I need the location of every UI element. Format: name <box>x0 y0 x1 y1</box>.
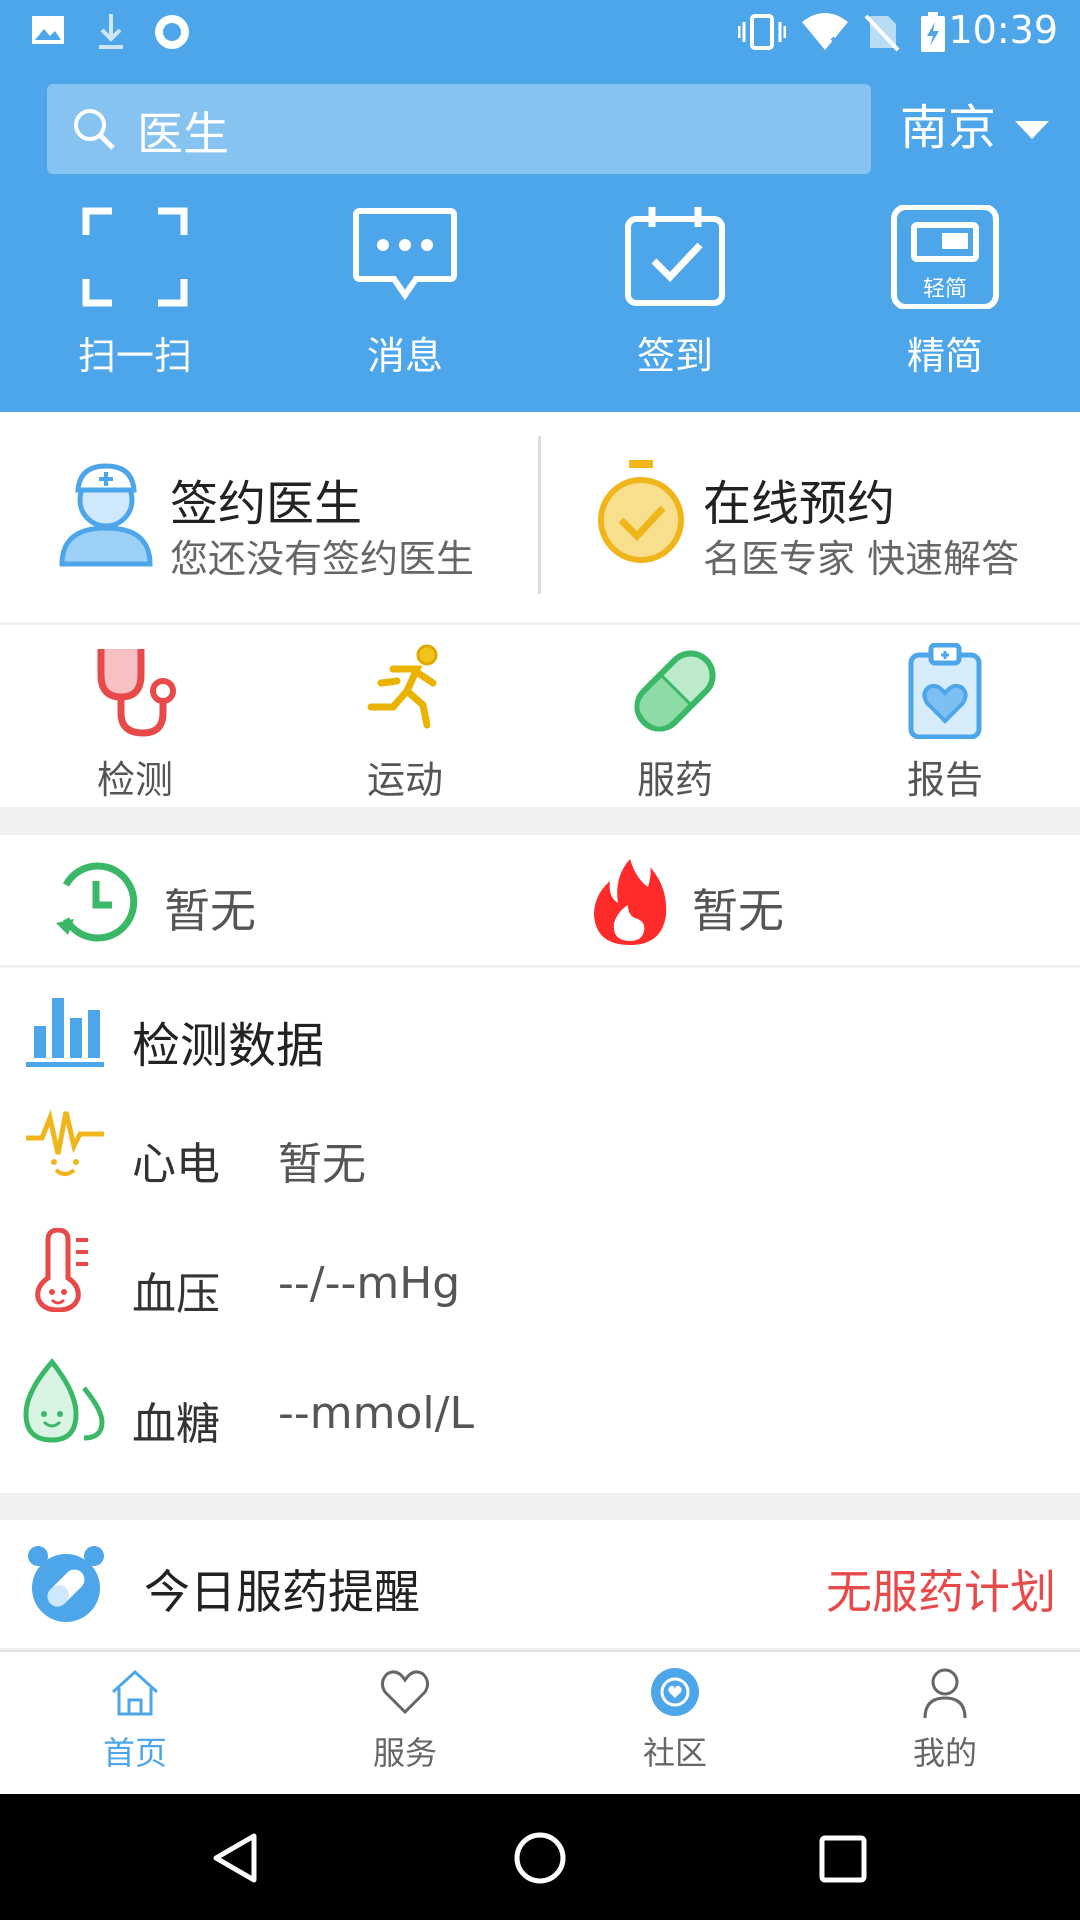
system-nav-bar <box>0 1794 1080 1920</box>
bar-chart-icon <box>26 998 104 1067</box>
search-icon <box>74 109 115 150</box>
thermometer-icon <box>35 1228 88 1312</box>
heart-icon <box>380 1670 430 1715</box>
fire-icon <box>594 859 667 945</box>
blood-sugar-value: --mmol/L <box>278 1388 474 1439</box>
tab-community-label: 社区 <box>642 1734 707 1772</box>
detection-row-blood-sugar[interactable]: 血糖 --mmol/L <box>0 1338 1080 1450</box>
pill-icon <box>634 650 716 732</box>
service-medication-label: 服药 <box>636 758 713 802</box>
alarm-clock-icon <box>28 1546 104 1622</box>
checkin-button[interactable]: 签到 <box>595 205 755 380</box>
tab-home[interactable]: 首页 <box>25 1664 245 1774</box>
recent-calories-value: 暂无 <box>692 884 784 938</box>
service-medication[interactable]: 服药 <box>565 643 785 804</box>
search-input[interactable]: 医生 <box>47 84 871 174</box>
home-circle-icon[interactable] <box>512 1830 568 1886</box>
stopwatch-icon <box>598 460 684 563</box>
battery-charging-icon <box>921 12 945 52</box>
detection-row-blood-pressure[interactable]: 血压 --/--mHg <box>0 1208 1080 1320</box>
caret-down-icon <box>1015 121 1050 139</box>
message-icon <box>353 208 457 301</box>
service-exercise-label: 运动 <box>366 758 443 802</box>
service-report[interactable]: 报告 <box>835 642 1055 804</box>
reminder-title: 今日服药提醒 <box>144 1565 420 1619</box>
stethoscope-icon <box>97 649 176 737</box>
tab-home-label: 首页 <box>102 1734 167 1772</box>
message-label: 消息 <box>366 334 443 378</box>
report-icon <box>908 642 982 740</box>
recents-icon[interactable] <box>818 1834 868 1884</box>
reminder-status: 无服药计划 <box>826 1565 1056 1619</box>
detection-title: 检测数据 <box>132 1018 325 1074</box>
online-appointment-card[interactable]: 在线预约 名医专家 快速解答 <box>541 412 1080 622</box>
no-sim-icon <box>864 14 900 52</box>
clock-icon <box>56 862 138 942</box>
service-exercise[interactable]: 运动 <box>295 643 515 804</box>
tab-mine-label: 我的 <box>912 1734 977 1772</box>
detection-panel: 检测数据 心电 暂无 血压 --/--mHg 血糖 --mmol/L <box>0 968 1080 1493</box>
wifi-icon <box>802 13 848 52</box>
gallery-icon <box>32 16 64 44</box>
running-icon <box>367 644 438 729</box>
medication-reminder[interactable]: 今日服药提醒 无服药计划 <box>0 1520 1080 1648</box>
blood-pressure-label: 血压 <box>132 1269 220 1320</box>
detection-row-ecg[interactable]: 心电 暂无 <box>0 1078 1080 1190</box>
ecg-label: 心电 <box>132 1139 220 1190</box>
simple-mode-badge: 轻简 <box>922 277 967 302</box>
tab-service-label: 服务 <box>372 1734 437 1772</box>
online-appointment-subtitle: 名医专家 快速解答 <box>703 537 1020 581</box>
status-bar: 10:39 <box>0 0 1080 64</box>
service-detect-label: 检测 <box>96 758 173 802</box>
recent-record-value: 暂无 <box>164 884 256 938</box>
tab-community[interactable]: 社区 <box>565 1664 785 1774</box>
scan-label: 扫一扫 <box>77 334 192 378</box>
city-label: 南京 <box>900 100 997 156</box>
community-icon <box>651 1668 699 1716</box>
checkin-icon <box>625 207 725 306</box>
status-time: 10:39 <box>948 8 1058 52</box>
simple-mode-button[interactable]: 轻简 精简 <box>865 204 1025 380</box>
profile-icon <box>923 1668 967 1719</box>
bottom-tab-bar: 首页 服务 社区 我的 <box>0 1650 1080 1796</box>
ecg-icon <box>26 1109 104 1176</box>
tab-service[interactable]: 服务 <box>295 1664 515 1774</box>
doctor-cards: 签约医生 您还没有签约医生 在线预约 名医专家 快速解答 <box>0 412 1080 622</box>
record-icon <box>155 15 189 49</box>
back-icon[interactable] <box>210 1832 260 1884</box>
service-grid: 检测 运动 服药 报告 <box>0 625 1080 807</box>
download-icon <box>99 14 123 49</box>
scan-icon <box>82 207 188 307</box>
recent-summary: 暂无 暂无 <box>0 835 1080 965</box>
search-placeholder: 医生 <box>137 107 229 161</box>
drop-icon <box>23 1358 105 1443</box>
blood-pressure-value: --/--mHg <box>278 1258 461 1309</box>
scan-button[interactable]: 扫一扫 <box>55 205 215 380</box>
app-header: 10:39 医生 南京 扫一扫 消息 签到 轻简 精简 <box>0 0 1080 412</box>
home-icon <box>111 1669 159 1716</box>
detection-header[interactable]: 检测数据 <box>0 968 1080 1078</box>
tab-mine[interactable]: 我的 <box>835 1664 1055 1774</box>
service-report-label: 报告 <box>906 758 983 802</box>
checkin-label: 签到 <box>636 334 713 378</box>
blood-sugar-label: 血糖 <box>132 1399 220 1450</box>
doctor-icon <box>59 463 153 567</box>
recent-record[interactable]: 暂无 <box>0 835 540 965</box>
contract-doctor-subtitle: 您还没有签约医生 <box>170 537 475 581</box>
message-button[interactable]: 消息 <box>325 205 485 380</box>
recent-calories[interactable]: 暂无 <box>540 835 1080 965</box>
simple-mode-label: 精简 <box>906 334 983 378</box>
contract-doctor-title: 签约医生 <box>170 476 363 532</box>
ecg-value: 暂无 <box>278 1139 366 1190</box>
service-detect[interactable]: 检测 <box>25 643 245 804</box>
vibrate-icon <box>738 14 786 50</box>
online-appointment-title: 在线预约 <box>703 476 896 532</box>
contract-doctor-card[interactable]: 签约医生 您还没有签约医生 <box>0 412 538 622</box>
city-selector[interactable]: 南京 <box>900 88 1050 158</box>
